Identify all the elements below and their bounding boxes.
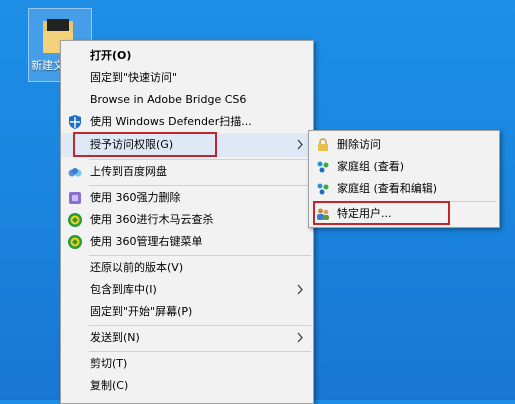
menu-item-label: 使用 360进行木马云查杀 [90, 213, 214, 226]
menu-item-label: 还原以前的版本(V) [90, 261, 184, 274]
menu-item-copy[interactable]: 复制(C) [61, 375, 313, 397]
menu-item-label: 剪切(T) [90, 357, 128, 370]
lock-icon [318, 138, 328, 151]
menu-separator [89, 159, 311, 160]
menu-item-label: 使用 360管理右键菜单 [90, 235, 203, 248]
homegroup-icon [317, 161, 329, 173]
homegroup-icon [317, 183, 329, 195]
menu-item-send-to[interactable]: 发送到(N) [61, 327, 313, 349]
menu-item-label: 发送到(N) [90, 331, 140, 344]
grant-access-submenu: 删除访问 家庭组 (查看) 家庭组 (查看和编辑) 特定用户... [308, 130, 500, 228]
submenu-item-label: 删除访问 [337, 138, 381, 151]
menu-item-pin-start[interactable]: 固定到"开始"屏幕(P) [61, 301, 313, 323]
menu-separator [89, 351, 311, 352]
menu-item-label: 打开(O) [90, 49, 132, 62]
menu-item-label: 上传到百度网盘 [90, 165, 167, 178]
chevron-right-icon [297, 332, 303, 343]
menu-item-label: 固定到"开始"屏幕(P) [90, 305, 193, 318]
360-delete-icon [69, 192, 81, 204]
menu-item-360-trojan-scan[interactable]: 使用 360进行木马云查杀 [61, 209, 313, 231]
menu-item-label: 使用 360强力删除 [90, 191, 181, 204]
windows-defender-icon [69, 115, 81, 129]
menu-item-restore-versions[interactable]: 还原以前的版本(V) [61, 257, 313, 279]
submenu-item-label: 家庭组 (查看) [337, 160, 405, 173]
menu-item-360-delete[interactable]: 使用 360强力删除 [61, 187, 313, 209]
submenu-item-homegroup-edit[interactable]: 家庭组 (查看和编辑) [309, 178, 499, 200]
context-menu: 打开(O) 固定到"快速访问" Browse in Adobe Bridge C… [60, 40, 314, 404]
submenu-item-label: 家庭组 (查看和编辑) [337, 182, 438, 195]
submenu-item-remove-access[interactable]: 删除访问 [309, 134, 499, 156]
menu-item-pin-quick-access[interactable]: 固定到"快速访问" [61, 67, 313, 89]
menu-item-adobe-bridge[interactable]: Browse in Adobe Bridge CS6 [61, 89, 313, 111]
menu-separator [89, 185, 311, 186]
menu-item-label: 固定到"快速访问" [90, 71, 178, 84]
menu-item-cut[interactable]: 剪切(T) [61, 353, 313, 375]
menu-separator [89, 255, 311, 256]
menu-item-label: 使用 Windows Defender扫描... [90, 115, 252, 128]
360-security-icon [68, 213, 82, 227]
highlight-box-grant-access [73, 132, 217, 157]
menu-item-360-manage-menu[interactable]: 使用 360管理右键菜单 [61, 231, 313, 253]
chevron-right-icon [297, 284, 303, 295]
menu-item-baidu-upload[interactable]: 上传到百度网盘 [61, 161, 313, 183]
menu-item-include-in-library[interactable]: 包含到库中(I) [61, 279, 313, 301]
menu-item-open[interactable]: 打开(O) [61, 45, 313, 67]
menu-item-defender-scan[interactable]: 使用 Windows Defender扫描... [61, 111, 313, 133]
chevron-right-icon [297, 139, 303, 150]
360-security-icon [68, 235, 82, 249]
menu-item-label: 包含到库中(I) [90, 283, 157, 296]
baidu-cloud-icon [68, 168, 82, 177]
menu-separator [89, 325, 311, 326]
submenu-item-homegroup-view[interactable]: 家庭组 (查看) [309, 156, 499, 178]
highlight-box-specific-users [313, 201, 450, 225]
menu-item-label: Browse in Adobe Bridge CS6 [90, 93, 247, 106]
menu-item-label: 复制(C) [90, 379, 129, 392]
